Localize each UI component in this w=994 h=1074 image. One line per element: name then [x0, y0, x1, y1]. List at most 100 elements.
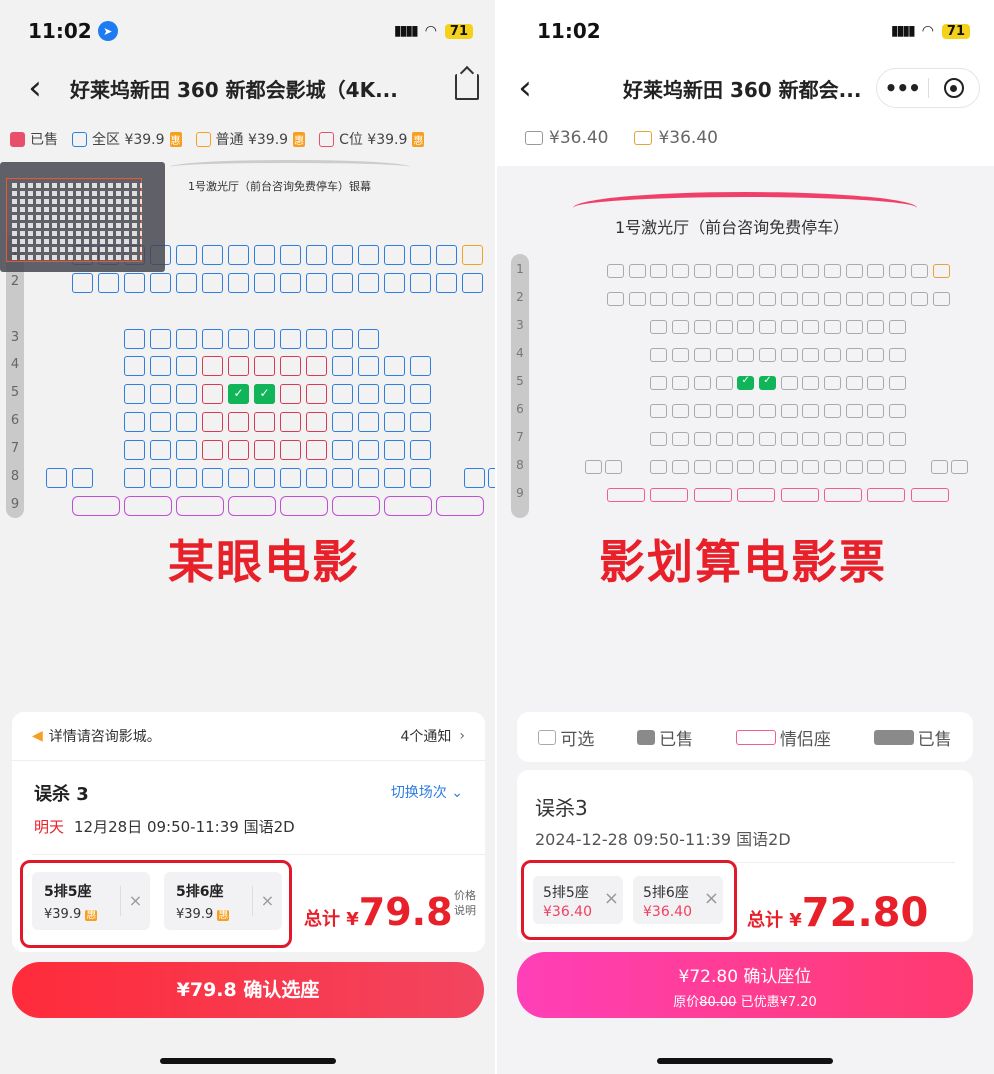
seat[interactable] — [780, 432, 798, 446]
seat[interactable] — [867, 264, 885, 278]
seat[interactable] — [889, 264, 907, 278]
seat[interactable] — [585, 460, 602, 474]
seat[interactable] — [332, 412, 353, 432]
seat[interactable] — [358, 245, 379, 265]
seat[interactable] — [737, 348, 755, 362]
seat[interactable] — [780, 404, 798, 418]
seat[interactable] — [358, 273, 379, 293]
close-mini-program-icon[interactable] — [928, 78, 979, 98]
seat[interactable] — [889, 404, 907, 418]
seat[interactable] — [931, 460, 948, 474]
seat[interactable] — [889, 348, 907, 362]
more-icon[interactable]: ••• — [877, 76, 928, 100]
seat[interactable] — [254, 468, 275, 488]
seat[interactable] — [758, 348, 776, 362]
seat[interactable] — [462, 273, 483, 293]
seat[interactable] — [845, 404, 863, 418]
seat[interactable] — [780, 460, 798, 474]
seat[interactable] — [384, 412, 405, 432]
seat-minimap[interactable] — [0, 162, 165, 272]
seat[interactable] — [650, 460, 668, 474]
seat[interactable] — [436, 273, 457, 293]
seat[interactable] — [384, 384, 405, 404]
seat[interactable] — [150, 412, 171, 432]
seat[interactable] — [410, 412, 431, 432]
seat[interactable] — [824, 404, 841, 418]
seat[interactable] — [436, 245, 457, 265]
seat[interactable] — [780, 264, 798, 278]
seat[interactable] — [867, 348, 885, 362]
seat[interactable] — [737, 292, 755, 306]
seat[interactable] — [280, 440, 301, 460]
seat[interactable] — [802, 376, 820, 390]
back-chevron-icon[interactable]: ‹ — [497, 71, 553, 105]
seat[interactable] — [758, 404, 776, 418]
seat[interactable] — [693, 292, 711, 306]
couple-seat[interactable] — [228, 496, 276, 516]
seat[interactable] — [384, 273, 405, 293]
seat[interactable] — [824, 460, 841, 474]
seat[interactable] — [124, 384, 145, 404]
seat[interactable] — [693, 404, 711, 418]
seat[interactable] — [280, 384, 301, 404]
seat[interactable] — [780, 348, 798, 362]
seat[interactable] — [358, 384, 379, 404]
seat[interactable] — [228, 468, 249, 488]
seat[interactable] — [737, 404, 755, 418]
price-note[interactable]: 价格 说明 — [454, 888, 482, 918]
seat[interactable] — [358, 468, 379, 488]
seat[interactable] — [628, 292, 646, 306]
seat[interactable] — [72, 273, 93, 293]
seat[interactable] — [672, 460, 690, 474]
seat[interactable] — [845, 376, 863, 390]
seat[interactable] — [176, 356, 197, 376]
seat[interactable] — [672, 292, 690, 306]
seat[interactable] — [951, 460, 968, 474]
seat[interactable] — [124, 356, 145, 376]
seat[interactable] — [780, 320, 798, 334]
seat[interactable] — [358, 356, 379, 376]
seat[interactable] — [693, 320, 711, 334]
seat[interactable] — [254, 356, 275, 376]
seat[interactable] — [802, 404, 820, 418]
seat[interactable] — [824, 432, 841, 446]
seat[interactable] — [384, 245, 405, 265]
seat[interactable] — [228, 440, 249, 460]
seat[interactable] — [358, 440, 379, 460]
seat[interactable] — [176, 245, 197, 265]
seat[interactable] — [202, 412, 223, 432]
seat[interactable] — [889, 376, 907, 390]
seat[interactable] — [202, 329, 223, 349]
seat[interactable] — [845, 292, 863, 306]
selected-seat[interactable]: ✓ — [737, 375, 755, 390]
seat[interactable] — [124, 468, 145, 488]
seat[interactable] — [280, 245, 301, 265]
seat[interactable] — [802, 292, 820, 306]
seat[interactable] — [932, 292, 950, 306]
seat[interactable] — [280, 356, 301, 376]
seat[interactable] — [802, 460, 820, 474]
seat[interactable] — [150, 329, 171, 349]
seat[interactable] — [802, 432, 820, 446]
selected-seat[interactable]: ✓ — [254, 384, 275, 404]
seat[interactable] — [124, 440, 145, 460]
seat[interactable] — [605, 460, 622, 474]
seat[interactable] — [280, 273, 301, 293]
seat[interactable] — [845, 432, 863, 446]
couple-seat[interactable] — [384, 496, 432, 516]
couple-seat[interactable] — [867, 488, 906, 502]
seat[interactable] — [228, 412, 249, 432]
seat[interactable] — [824, 292, 841, 306]
seat[interactable] — [715, 264, 733, 278]
seat[interactable] — [410, 440, 431, 460]
seat[interactable] — [824, 264, 841, 278]
back-chevron-icon[interactable]: ‹ — [0, 71, 70, 105]
seat[interactable] — [650, 376, 668, 390]
couple-seat[interactable] — [280, 496, 328, 516]
seat[interactable] — [332, 356, 353, 376]
seat[interactable] — [867, 292, 885, 306]
seat[interactable] — [889, 320, 907, 334]
seat[interactable] — [650, 292, 668, 306]
notice-row[interactable]: ◀ 详情请咨询影城。 4个通知 › — [32, 726, 465, 746]
couple-seat[interactable] — [436, 496, 484, 516]
